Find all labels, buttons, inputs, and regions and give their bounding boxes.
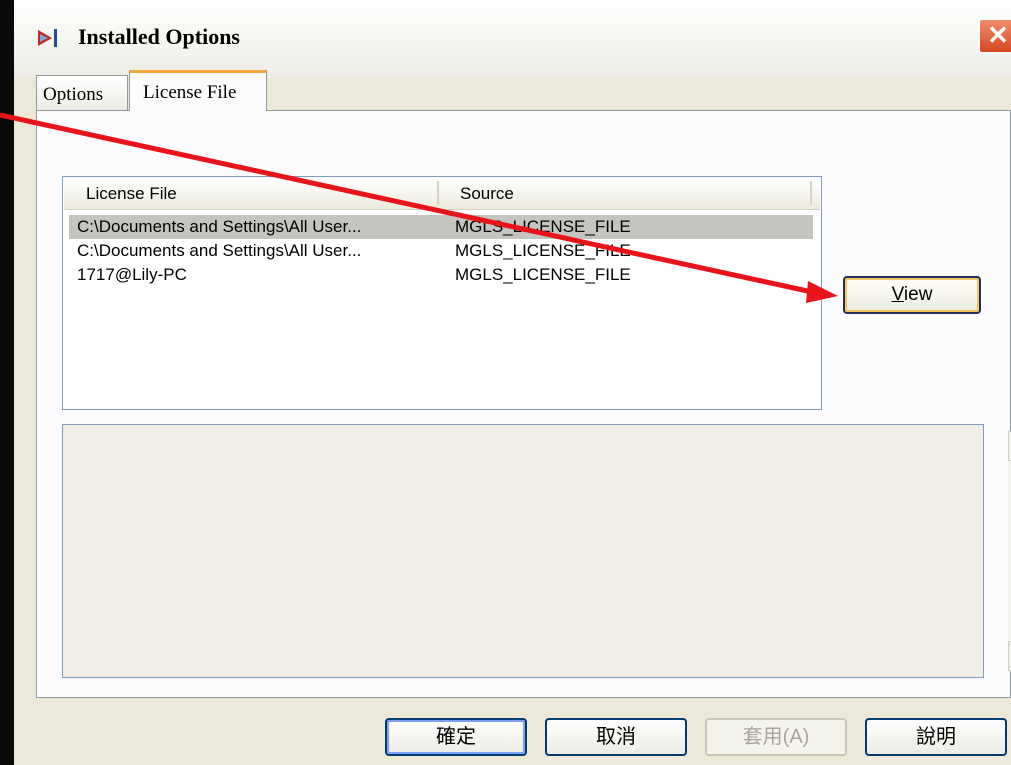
tab-license-file-label: License File	[143, 82, 237, 103]
license-file-cell: C:\Documents and Settings\All User...	[77, 217, 362, 236]
list-item[interactable]: C:\Documents and Settings\All User... MG…	[69, 239, 813, 263]
tab-options-label: Options	[43, 84, 104, 105]
title-bar[interactable]: Installed Options	[14, 0, 1011, 78]
view-button[interactable]: View	[843, 276, 981, 314]
column-separator[interactable]	[437, 181, 439, 205]
column-separator[interactable]	[810, 181, 812, 205]
close-icon: ✕	[987, 20, 1009, 50]
close-button[interactable]: ✕	[978, 18, 1011, 54]
ok-button[interactable]: 確定	[385, 718, 527, 756]
source-cell: MGLS_LICENSE_FILE	[455, 241, 631, 260]
help-button[interactable]: 說明	[865, 718, 1007, 756]
license-content-area[interactable]: ▲ ▼	[62, 424, 1011, 678]
license-list[interactable]: License File Source C:\Documents and Set…	[62, 176, 822, 410]
apply-button[interactable]: 套用(A)	[705, 718, 847, 756]
license-file-cell: C:\Documents and Settings\All User...	[77, 241, 362, 260]
list-item[interactable]: C:\Documents and Settings\All User... MG…	[69, 215, 813, 239]
source-cell: MGLS_LICENSE_FILE	[455, 217, 631, 236]
source-cell: MGLS_LICENSE_FILE	[455, 265, 631, 284]
column-header-source[interactable]: Source	[460, 184, 514, 204]
window-title: Installed Options	[78, 24, 240, 49]
tab-license-file[interactable]: License File	[129, 70, 267, 111]
cancel-button[interactable]: 取消	[545, 718, 687, 756]
app-icon	[38, 29, 57, 47]
view-button-mnemonic: V	[891, 284, 904, 305]
window-left-edge	[0, 0, 14, 765]
license-file-cell: 1717@Lily-PC	[77, 265, 187, 284]
tab-options[interactable]: Options	[36, 75, 128, 111]
view-button-label: iew	[903, 284, 933, 305]
list-header: License File Source	[64, 178, 820, 210]
installed-options-dialog: Installed Options ✕ Options License File…	[0, 0, 1011, 765]
column-header-license-file[interactable]: License File	[86, 184, 177, 204]
list-item[interactable]: 1717@Lily-PC MGLS_LICENSE_FILE	[69, 263, 813, 287]
